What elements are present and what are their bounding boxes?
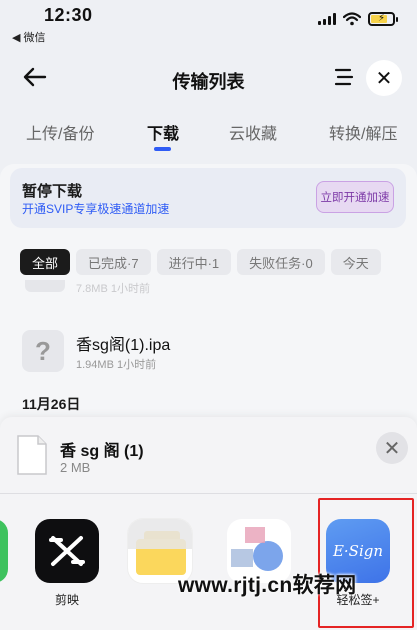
svip-promo-banner: 暂停下载 开通SVIP专享极速通道加速 立即开通加速 [10,168,406,228]
status-bar: 12:30 ◀ 微信 ⚡ [0,0,417,46]
filter-completed[interactable]: 已完成·7 [76,249,151,275]
tab-cloud-favorites[interactable]: 云收藏 [229,120,277,144]
cellular-signal-icon [318,13,336,25]
filter-in-progress[interactable]: 进行中·1 [156,249,232,275]
share-app-capcut[interactable]: 剪映 [31,519,103,608]
close-button[interactable]: ✕ [366,60,402,96]
filter-chips: 全部 已完成·7 进行中·1 失败任务·0 今天 [20,249,381,275]
file-name: 香sg阁(1).ipa [76,337,171,354]
wifi-icon [343,12,361,26]
charging-icon: ⚡ [377,13,386,24]
battery-icon: ⚡ [368,12,398,26]
status-icons: ⚡ [318,12,398,26]
share-close-button[interactable]: ✕ [376,432,408,464]
tab-download[interactable]: 下载 [147,120,179,144]
date-section-header: 11月26日 [22,396,81,412]
download-status-title: 暂停下载 [22,183,83,200]
app-label: 剪映 [54,593,79,607]
nav-bar: 传输列表 ✕ [0,54,417,104]
status-time: 12:30 [44,5,93,25]
unknown-file-icon: ? [22,330,64,372]
list-item[interactable]: ? 香sg阁(1).ipa 1.94MB 1小时前 [22,328,402,374]
svip-promo-link[interactable]: 开通SVIP专享极速通道加速 [22,200,169,217]
tab-convert-unzip[interactable]: 转换/解压 [329,120,397,144]
document-icon [17,435,47,475]
back-to-app-link[interactable]: ◀ 微信 [12,29,46,45]
file-meta: 1.94MB 1小时前 [76,359,157,371]
list-item[interactable]: 7.8MB 1小时前 [22,280,402,294]
active-tab-indicator [154,147,171,151]
list-menu-icon[interactable] [332,64,356,90]
shared-file-name: 香 sg 阁 (1) [60,443,144,460]
activate-speedup-button[interactable]: 立即开通加速 [316,181,394,213]
filter-today[interactable]: 今天 [330,249,381,275]
file-meta: 7.8MB 1小时前 [76,283,150,294]
file-thumbnail [25,280,65,292]
tab-upload-backup[interactable]: 上传/备份 [26,120,94,144]
messages-app-icon[interactable] [0,519,8,583]
highlight-annotation [318,498,414,628]
filter-all[interactable]: 全部 [20,249,71,275]
watermark: www.rjtj.cn软荐网 [178,574,357,597]
transfer-tabs: 上传/备份 下载 云收藏 转换/解压 [0,120,417,154]
capcut-icon [35,519,99,583]
filter-failed[interactable]: 失败任务·0 [237,249,325,275]
share-sheet-header: 香 sg 阁 (1) 2 MB ✕ [0,417,417,494]
shared-file-size: 2 MB [60,460,91,475]
